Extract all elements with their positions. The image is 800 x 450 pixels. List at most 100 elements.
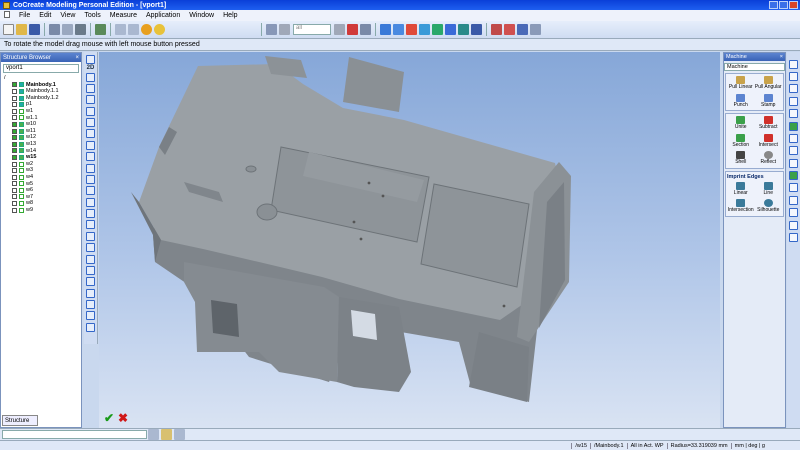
visibility-checkbox[interactable]: [12, 108, 17, 114]
spline-tool-icon[interactable]: [86, 140, 95, 150]
visibility-checkbox[interactable]: [12, 201, 17, 207]
tree-item[interactable]: w14: [4, 148, 81, 155]
tab-structure[interactable]: Structure: [2, 415, 38, 426]
workplane-tool-icon[interactable]: [86, 55, 95, 65]
trim-tool-icon[interactable]: [86, 174, 95, 184]
visibility-checkbox[interactable]: [12, 121, 17, 127]
selection-filter-select[interactable]: all: [293, 24, 331, 35]
close-button[interactable]: [789, 1, 798, 9]
taper-tool-icon[interactable]: [789, 158, 798, 168]
profile-tool-icon[interactable]: [86, 288, 95, 298]
arc-tool-icon[interactable]: [789, 84, 798, 94]
imprint-intersection-button[interactable]: Intersection: [727, 199, 755, 214]
color-tool-icon[interactable]: [789, 171, 798, 181]
chamfer-tool-icon[interactable]: [789, 146, 798, 156]
circle-tool-icon[interactable]: [789, 72, 798, 82]
select-filter-icon[interactable]: [279, 24, 290, 35]
tree-item[interactable]: w7: [4, 194, 81, 201]
reflect-button[interactable]: Reflect: [755, 151, 783, 166]
polyline-tool-icon[interactable]: [86, 83, 95, 93]
menu-window[interactable]: Window: [189, 12, 214, 19]
construction-line-icon[interactable]: [86, 220, 95, 230]
blend-tool-icon[interactable]: [789, 109, 798, 119]
clip-plane-icon[interactable]: [504, 24, 515, 35]
menu-application[interactable]: Application: [146, 12, 180, 19]
tree-item[interactable]: Mainbody.1.1: [4, 88, 81, 95]
pull-linear-button[interactable]: Pull Linear: [727, 76, 755, 91]
turn-tool-icon[interactable]: [86, 311, 95, 321]
arc-tool-icon[interactable]: [86, 118, 95, 128]
close-icon[interactable]: ×: [780, 54, 783, 60]
tree-item[interactable]: w8: [4, 200, 81, 207]
machine-tool-icon[interactable]: [789, 59, 798, 69]
ellipse-tool-icon[interactable]: [86, 129, 95, 139]
subtract-button[interactable]: Subtract: [755, 116, 783, 131]
view-right-icon[interactable]: [471, 24, 482, 35]
visibility-checkbox[interactable]: [12, 194, 17, 200]
paste-icon[interactable]: [62, 24, 73, 35]
open-icon[interactable]: [16, 24, 27, 35]
3d-viewport[interactable]: [99, 52, 720, 428]
visibility-checkbox[interactable]: [12, 141, 17, 147]
tree-item[interactable]: w6: [4, 187, 81, 194]
close-icon[interactable]: ×: [75, 55, 79, 61]
properties-icon[interactable]: [530, 24, 541, 35]
copy-icon[interactable]: [49, 24, 60, 35]
offset-tool-icon[interactable]: [86, 197, 95, 207]
dropdown-icon[interactable]: [148, 429, 159, 440]
stop-icon[interactable]: [141, 24, 152, 35]
pattern-tool-icon[interactable]: [789, 208, 798, 218]
fit-view-icon[interactable]: [380, 24, 391, 35]
pull-angular-button[interactable]: Pull Angular: [755, 76, 783, 91]
visibility-checkbox[interactable]: [12, 154, 17, 160]
redo-icon[interactable]: [128, 24, 139, 35]
visibility-checkbox[interactable]: [12, 148, 17, 154]
visibility-checkbox[interactable]: [12, 174, 17, 180]
punch-button[interactable]: Punch: [727, 93, 755, 109]
machine-select[interactable]: Machine: [724, 63, 785, 71]
tree-item[interactable]: w2: [4, 161, 81, 168]
menu-file[interactable]: File: [19, 12, 30, 19]
tree-item[interactable]: w5: [4, 181, 81, 188]
stamp-button[interactable]: Stamp: [755, 93, 783, 109]
tree-item[interactable]: w3: [4, 167, 81, 174]
section-button[interactable]: Section: [727, 133, 755, 149]
measure-icon[interactable]: [360, 24, 371, 35]
imprint-linear-button[interactable]: Linear: [727, 181, 755, 197]
imprint-line-button[interactable]: Line: [755, 181, 783, 197]
command-input[interactable]: [2, 430, 147, 439]
accept-icon[interactable]: ✔: [104, 411, 114, 425]
construction-circle-icon[interactable]: [86, 231, 95, 241]
tree-item[interactable]: w13: [4, 141, 81, 148]
copy-tool-icon[interactable]: [86, 254, 95, 264]
line-tool-icon[interactable]: [789, 96, 798, 106]
rotate-view-icon[interactable]: [406, 24, 417, 35]
visibility-checkbox[interactable]: [12, 135, 17, 141]
tree-item[interactable]: /: [4, 75, 81, 82]
tree-item[interactable]: w9: [4, 207, 81, 214]
help-icon[interactable]: [154, 24, 165, 35]
line-tool-icon[interactable]: [86, 72, 95, 82]
intersect-button[interactable]: Intersect: [755, 133, 783, 149]
render-mode-icon[interactable]: [517, 24, 528, 35]
curve-tool-icon[interactable]: [789, 183, 798, 193]
viewport-select[interactable]: vport1: [3, 64, 79, 73]
tree-item[interactable]: w12: [4, 134, 81, 141]
enter-icon[interactable]: [161, 429, 172, 440]
unite-button[interactable]: Unite: [727, 116, 755, 131]
menu-measure[interactable]: Measure: [110, 12, 137, 19]
shell-button[interactable]: Shell: [727, 151, 755, 166]
fillet-tool-icon[interactable]: [86, 152, 95, 162]
select-icon[interactable]: [95, 24, 106, 35]
move-tool-icon[interactable]: [86, 265, 95, 275]
undo-icon[interactable]: [115, 24, 126, 35]
history-icon[interactable]: [174, 429, 185, 440]
visibility-checkbox[interactable]: [12, 181, 17, 187]
face-tool-icon[interactable]: [789, 121, 798, 131]
print-icon[interactable]: [75, 24, 86, 35]
view-iso-icon[interactable]: [445, 24, 456, 35]
edge-tool-icon[interactable]: [789, 133, 798, 143]
annotation-tool-icon[interactable]: [789, 232, 798, 242]
section-view-icon[interactable]: [491, 24, 502, 35]
menu-view[interactable]: View: [60, 12, 75, 19]
